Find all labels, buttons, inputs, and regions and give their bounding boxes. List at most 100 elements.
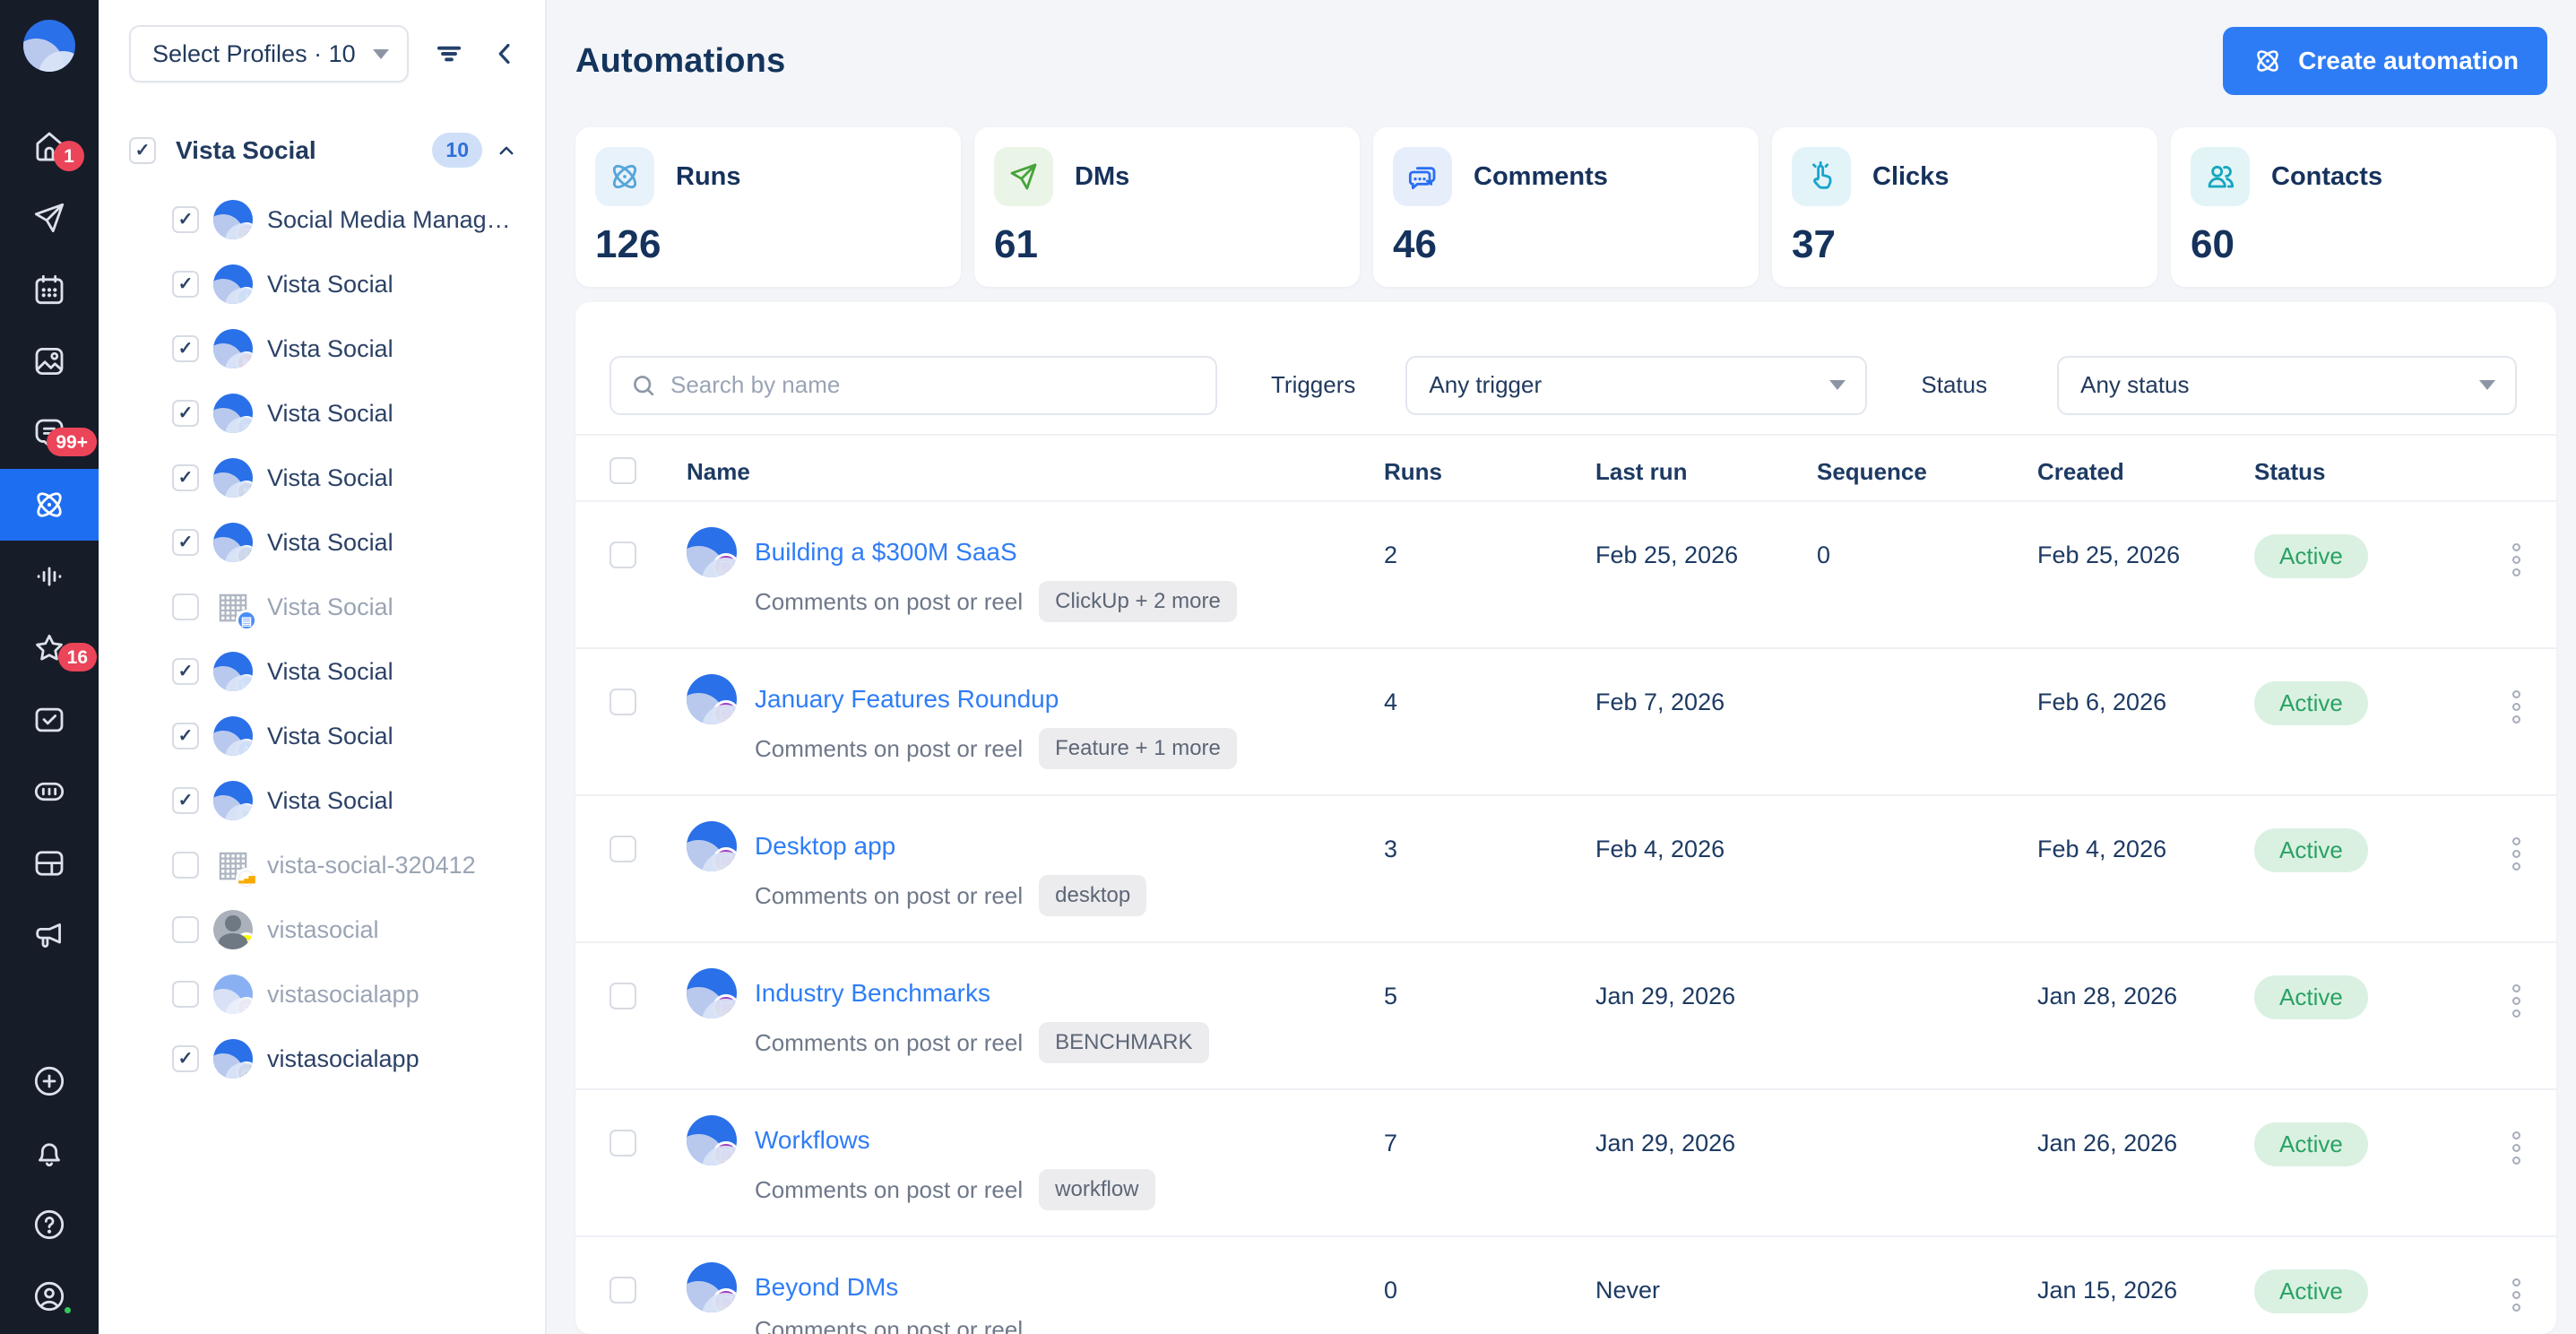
table-row: Beyond DMs Comments on post or reel 0 Ne… bbox=[575, 1237, 2556, 1334]
sidebar-item-publish[interactable] bbox=[0, 182, 99, 254]
profile-checkbox[interactable] bbox=[172, 916, 199, 943]
row-menu-kebab[interactable] bbox=[2509, 834, 2524, 941]
profile-checkbox[interactable] bbox=[172, 723, 199, 749]
profile-list-item[interactable]: ▶ Vista Social bbox=[129, 316, 522, 381]
sidebar-item-reports[interactable] bbox=[0, 756, 99, 827]
collapse-panel-button[interactable] bbox=[488, 37, 522, 71]
add-button[interactable] bbox=[0, 1045, 99, 1117]
profile-list-item[interactable]: ♪ Vista Social bbox=[129, 510, 522, 575]
runs-chip bbox=[595, 147, 654, 206]
sidebar-item-home[interactable]: 1 bbox=[0, 110, 99, 182]
profile-list-item[interactable]: ▂▄▆ vista-social-320412 bbox=[129, 833, 522, 897]
sidebar-item-advocacy[interactable] bbox=[0, 899, 99, 971]
automation-name-link[interactable]: Industry Benchmarks bbox=[755, 979, 990, 1008]
select-all-checkbox[interactable] bbox=[609, 457, 636, 484]
stat-label: Runs bbox=[676, 162, 741, 192]
home-badge: 1 bbox=[54, 141, 84, 171]
reviews-badge: 16 bbox=[58, 643, 97, 671]
status-select[interactable]: Any status bbox=[2057, 356, 2517, 415]
row-menu-kebab[interactable] bbox=[2509, 1128, 2524, 1235]
row-checkbox[interactable] bbox=[609, 689, 636, 715]
profile-list-item[interactable]: ▤ Vista Social bbox=[129, 575, 522, 639]
profile-checkbox[interactable] bbox=[172, 529, 199, 556]
column-header-runs: Runs bbox=[1384, 436, 1595, 500]
profile-checkbox[interactable] bbox=[172, 271, 199, 298]
profile-avatar: ♪ bbox=[213, 523, 253, 562]
filter-icon bbox=[432, 37, 466, 71]
create-automation-button[interactable]: Create automation bbox=[2223, 27, 2547, 95]
column-header-sequence: Sequence bbox=[1817, 436, 2037, 500]
youtube-badge-icon: ▶ bbox=[236, 351, 253, 368]
profile-list-item[interactable]: X Vista Social bbox=[129, 446, 522, 510]
profile-label: vistasocialapp bbox=[267, 981, 419, 1009]
row-menu-kebab[interactable] bbox=[2509, 1275, 2524, 1334]
automation-name-link[interactable]: Workflows bbox=[755, 1126, 870, 1155]
add-icon bbox=[30, 1062, 68, 1100]
sidebar-item-inbox[interactable]: 99+ bbox=[0, 397, 99, 469]
row-menu-kebab[interactable] bbox=[2509, 981, 2524, 1088]
sequence-cell bbox=[1817, 1090, 2037, 1235]
automation-name-link[interactable]: Building a $300M SaaS bbox=[755, 538, 1017, 567]
profile-checkbox[interactable] bbox=[172, 1045, 199, 1072]
profiles-filter-button[interactable] bbox=[432, 37, 466, 71]
profile-list-item[interactable]: f Vista Social bbox=[129, 252, 522, 316]
sidebar-item-reviews[interactable]: 16 bbox=[0, 612, 99, 684]
select-profiles-dropdown[interactable]: Select Profiles · 10 bbox=[129, 25, 409, 82]
profile-checkbox[interactable] bbox=[172, 852, 199, 879]
row-checkbox[interactable] bbox=[609, 983, 636, 1009]
profile-checkbox[interactable] bbox=[172, 335, 199, 362]
row-checkbox[interactable] bbox=[609, 541, 636, 568]
profile-checkbox[interactable] bbox=[172, 400, 199, 427]
sidebar-item-media[interactable] bbox=[0, 325, 99, 397]
profile-checkbox[interactable] bbox=[172, 787, 199, 814]
profile-checkbox[interactable] bbox=[172, 593, 199, 620]
group-checkbox[interactable] bbox=[129, 137, 156, 164]
row-checkbox[interactable] bbox=[609, 836, 636, 862]
runs-cell: 5 bbox=[1384, 943, 1595, 1088]
account-button[interactable] bbox=[0, 1260, 99, 1332]
group-collapse-button[interactable] bbox=[493, 137, 520, 164]
sidebar-item-calendar[interactable] bbox=[0, 254, 99, 325]
table-row: Workflows Comments on post or reel workf… bbox=[575, 1090, 2556, 1237]
notifications-button[interactable] bbox=[0, 1117, 99, 1189]
profile-label: Vista Social bbox=[267, 723, 393, 750]
search-input[interactable] bbox=[609, 356, 1217, 415]
profile-list-item[interactable]: in Vista Social bbox=[129, 381, 522, 446]
profile-list-item[interactable]: ▶ Vista Social bbox=[129, 768, 522, 833]
sidebar-item-listening[interactable] bbox=[0, 541, 99, 612]
row-checkbox[interactable] bbox=[609, 1277, 636, 1304]
automation-name-link[interactable]: Beyond DMs bbox=[755, 1273, 898, 1302]
automation-name-link[interactable]: Desktop app bbox=[755, 832, 895, 861]
table-row: Desktop app Comments on post or reel des… bbox=[575, 796, 2556, 943]
profile-checkbox[interactable] bbox=[172, 981, 199, 1008]
row-checkbox[interactable] bbox=[609, 1130, 636, 1156]
vista-social-logo[interactable] bbox=[23, 20, 75, 72]
sequence-cell bbox=[1817, 796, 2037, 941]
profile-list-item[interactable]: A Vista Social bbox=[129, 704, 522, 768]
sidebar-item-boards[interactable] bbox=[0, 827, 99, 899]
instagram-badge-icon bbox=[713, 847, 737, 871]
automation-name-link[interactable]: January Features Roundup bbox=[755, 685, 1059, 714]
profile-checkbox[interactable] bbox=[172, 658, 199, 685]
row-menu-kebab[interactable] bbox=[2509, 687, 2524, 794]
profile-list-item[interactable]: ⋈ Vista Social bbox=[129, 639, 522, 704]
profile-checkbox[interactable] bbox=[172, 464, 199, 491]
last-run-cell: Never bbox=[1595, 1237, 1817, 1334]
created-cell: Jan 26, 2026 bbox=[2037, 1090, 2254, 1235]
search-icon bbox=[629, 371, 658, 400]
trigger-select[interactable]: Any trigger bbox=[1405, 356, 1867, 415]
profile-list-item[interactable]: Ω vistasocial bbox=[129, 897, 522, 962]
help-icon bbox=[30, 1206, 68, 1243]
bluesky-badge-icon: ⋈ bbox=[236, 674, 253, 691]
instagram-badge-icon bbox=[713, 994, 737, 1018]
sidebar-item-automations[interactable] bbox=[0, 469, 99, 541]
profile-checkbox[interactable] bbox=[172, 206, 199, 233]
app-root: 1 99+ 16 bbox=[0, 0, 2576, 1334]
chevron-down-icon bbox=[373, 49, 389, 59]
help-button[interactable] bbox=[0, 1189, 99, 1260]
profile-list-item[interactable]: @ vistasocialapp bbox=[129, 1026, 522, 1091]
row-menu-kebab[interactable] bbox=[2509, 540, 2524, 647]
profile-list-item[interactable]: Social Media Managem… bbox=[129, 187, 522, 252]
sidebar-item-tasks[interactable] bbox=[0, 684, 99, 756]
profile-list-item[interactable]: P vistasocialapp bbox=[129, 962, 522, 1026]
